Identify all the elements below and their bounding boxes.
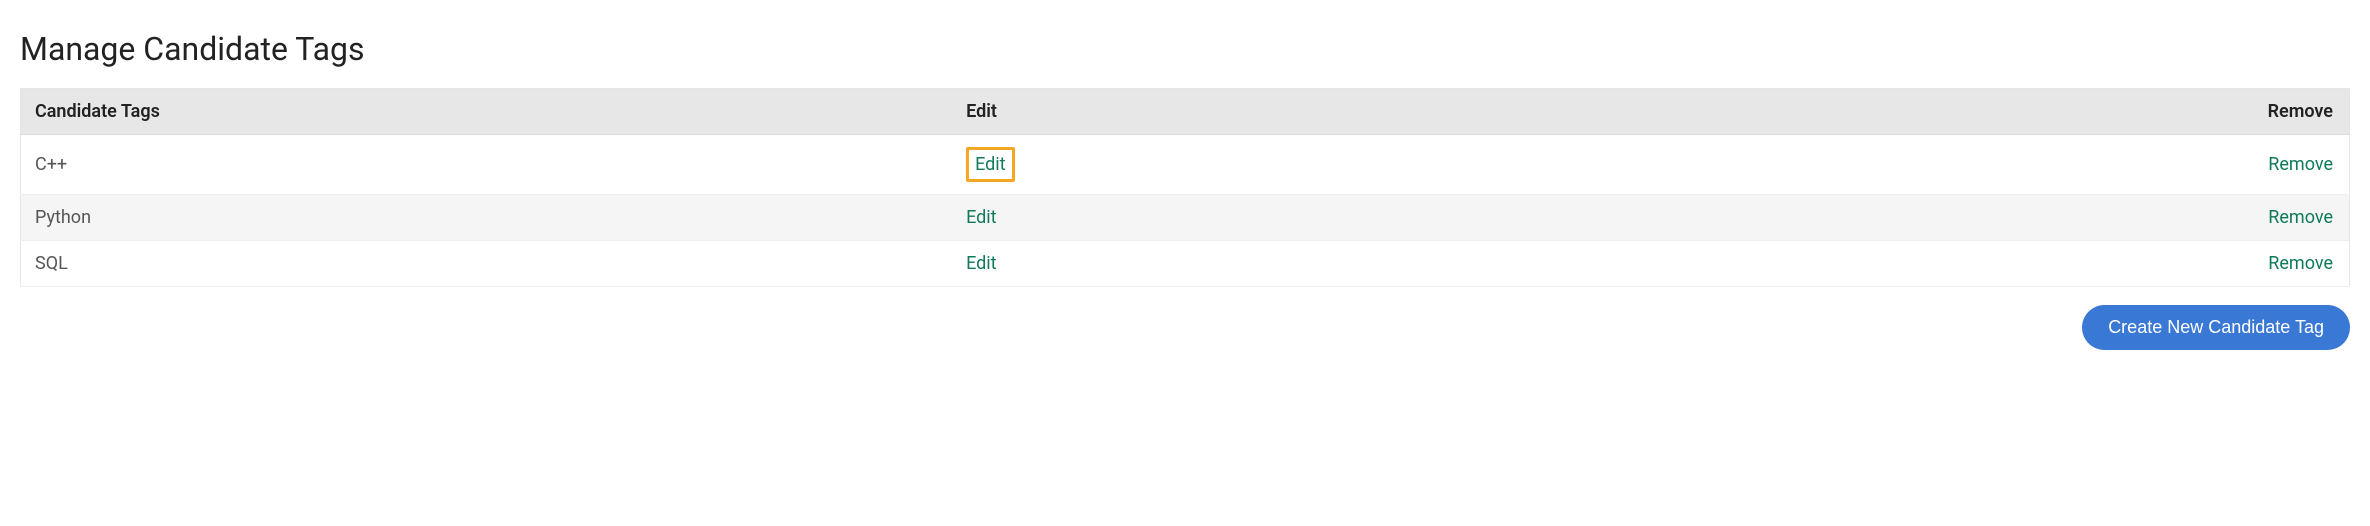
remove-link[interactable]: Remove: [2268, 154, 2333, 175]
edit-cell: Edit: [952, 135, 2117, 195]
table-row: C++ Edit Remove: [21, 135, 2350, 195]
highlight-box: Edit: [966, 147, 1014, 182]
tag-name-cell: Python: [21, 195, 953, 241]
remove-link[interactable]: Remove: [2268, 253, 2333, 274]
column-header-tags: Candidate Tags: [21, 89, 953, 135]
edit-cell: Edit: [952, 241, 2117, 287]
table-row: Python Edit Remove: [21, 195, 2350, 241]
edit-cell: Edit: [952, 195, 2117, 241]
remove-link[interactable]: Remove: [2268, 207, 2333, 228]
tag-name-cell: SQL: [21, 241, 953, 287]
table-header-row: Candidate Tags Edit Remove: [21, 89, 2350, 135]
column-header-edit: Edit: [952, 89, 2117, 135]
remove-cell: Remove: [2117, 195, 2350, 241]
create-new-candidate-tag-button[interactable]: Create New Candidate Tag: [2082, 305, 2350, 350]
edit-link[interactable]: Edit: [975, 154, 1005, 175]
table-row: SQL Edit Remove: [21, 241, 2350, 287]
edit-link[interactable]: Edit: [966, 207, 996, 228]
remove-cell: Remove: [2117, 241, 2350, 287]
column-header-remove: Remove: [2117, 89, 2350, 135]
tag-name-cell: C++: [21, 135, 953, 195]
edit-link[interactable]: Edit: [966, 253, 996, 274]
remove-cell: Remove: [2117, 135, 2350, 195]
footer-actions: Create New Candidate Tag: [20, 305, 2350, 350]
page-title: Manage Candidate Tags: [20, 30, 2350, 68]
candidate-tags-table: Candidate Tags Edit Remove C++ Edit Remo…: [20, 88, 2350, 287]
